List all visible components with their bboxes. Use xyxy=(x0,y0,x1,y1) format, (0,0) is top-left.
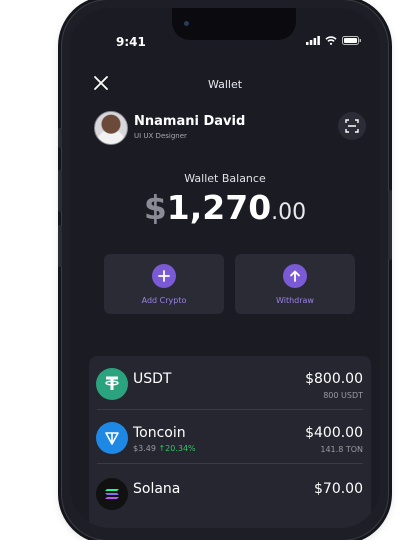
asset-name: Solana xyxy=(133,481,181,497)
divider xyxy=(97,409,363,410)
phone-volume-up xyxy=(58,170,62,212)
balance-decimal: .00 xyxy=(271,200,307,225)
asset-price-change: $3.49 ↑20.34% xyxy=(133,444,196,453)
asset-value: $800.00 xyxy=(305,371,363,387)
status-time: 9:41 xyxy=(116,35,146,49)
wifi-icon xyxy=(325,36,337,45)
page-title: Wallet xyxy=(207,78,243,91)
asset-name: USDT xyxy=(133,371,172,387)
list-item-toncoin[interactable]: Toncoin $3.49 ↑20.34% $400.00 141.8 TON xyxy=(89,412,371,464)
scan-button[interactable] xyxy=(338,112,366,140)
avatar[interactable] xyxy=(94,111,128,145)
profile-role: UI UX Designer xyxy=(134,132,187,140)
phone-volume-down xyxy=(58,225,62,267)
asset-value: $400.00 xyxy=(305,425,363,441)
add-crypto-label: Add Crypto xyxy=(141,296,187,305)
solana-icon xyxy=(96,478,128,510)
dynamic-island xyxy=(172,8,296,40)
asset-price: $3.49 xyxy=(133,444,156,453)
add-crypto-button[interactable]: Add Crypto xyxy=(104,254,224,314)
withdraw-button[interactable]: Withdraw xyxy=(235,254,355,314)
list-item-usdt[interactable]: USDT $800.00 800 USDT xyxy=(89,358,371,410)
balance-amount: $1,270.00 xyxy=(70,188,380,227)
tether-icon xyxy=(96,368,128,400)
withdraw-label: Withdraw xyxy=(276,296,314,305)
profile-name: Nnamani David xyxy=(134,114,246,129)
asset-value: $70.00 xyxy=(314,481,363,497)
arrow-up-icon xyxy=(283,264,307,288)
list-item-solana[interactable]: Solana $70.00 xyxy=(89,468,371,520)
balance-label: Wallet Balance xyxy=(184,172,266,185)
divider xyxy=(97,463,363,464)
status-icons xyxy=(306,36,362,45)
asset-holding: 141.8 TON xyxy=(320,445,363,454)
signal-icon xyxy=(306,36,320,45)
app-screen: 9:41 Wallet Nnamani David UI UX Designer… xyxy=(70,8,380,528)
toncoin-icon xyxy=(96,422,128,454)
battery-icon xyxy=(342,36,361,45)
asset-list: USDT $800.00 800 USDT Toncoin $3.49 ↑20.… xyxy=(89,356,371,528)
phone-power-button xyxy=(388,190,392,260)
asset-name: Toncoin xyxy=(133,425,186,441)
scan-icon xyxy=(345,119,359,133)
balance-integer: 1,270 xyxy=(166,188,272,227)
asset-change: ↑20.34% xyxy=(158,444,196,453)
balance-currency: $ xyxy=(143,188,167,227)
phone-mute-switch xyxy=(58,128,62,148)
plus-icon xyxy=(152,264,176,288)
asset-holding: 800 USDT xyxy=(323,391,363,400)
